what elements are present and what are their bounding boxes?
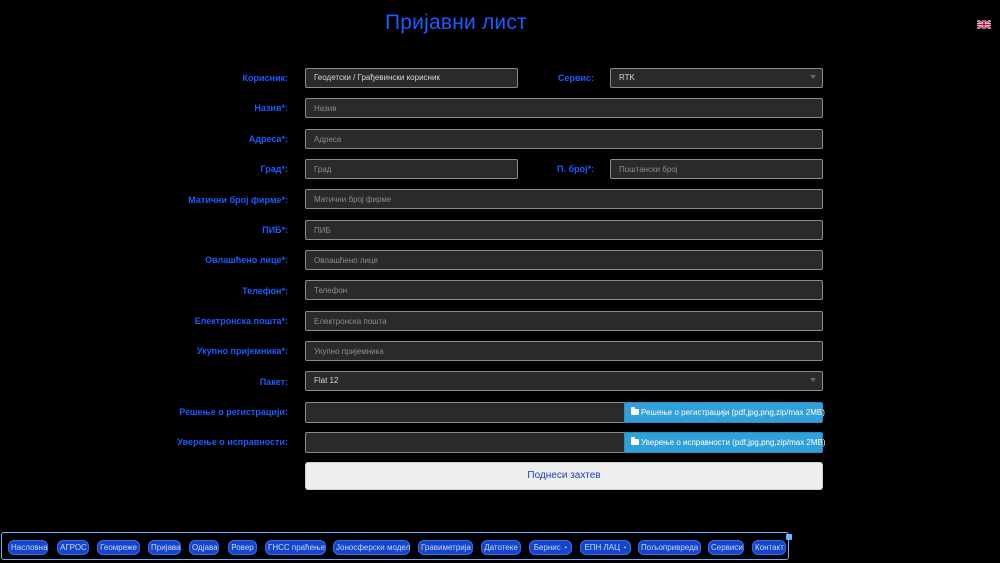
nav-item-epn-lac[interactable]: ЕПН ЛАЦ ◔ <box>580 540 631 555</box>
nav-item-kontakt[interactable]: Контакт <box>752 540 786 555</box>
prijemnici-label: Укупно пријемника*: <box>196 346 288 356</box>
adresa-input[interactable] <box>305 129 823 149</box>
servis-value: RTK <box>619 73 635 82</box>
nav-item-prijava[interactable]: Пријава <box>148 540 181 555</box>
uk-flag-icon[interactable] <box>977 20 991 29</box>
page-title: Пријавни лист <box>385 11 527 34</box>
servis-label: Сервис: <box>557 73 594 83</box>
nav-item-bernis[interactable]: Бернис ◔ <box>529 540 572 555</box>
nav-item-servisi[interactable]: Сервиси <box>708 540 744 555</box>
grad-label: Град*: <box>260 164 288 174</box>
naziv-label: Назив*: <box>254 103 288 113</box>
nav-item-rover[interactable]: Ровер <box>228 540 257 555</box>
resenje-label: Решење о регистрацији: <box>179 407 288 417</box>
uverenje-file-field[interactable] <box>305 432 625 453</box>
paket-label: Пакет: <box>259 377 288 387</box>
ovlasceno-lice-input[interactable] <box>305 250 823 270</box>
prijemnici-input[interactable] <box>305 341 823 361</box>
postanski-broj-label: П. број*: <box>556 164 594 174</box>
uverenje-upload-button[interactable]: Уверење о исправности (pdf,jpg,png,zip/m… <box>624 432 826 453</box>
nav-item-agros[interactable]: АГРОС <box>57 540 89 555</box>
ovlasceno-lice-label: Овлашћено лице*: <box>205 255 288 265</box>
folder-open-icon <box>631 407 639 415</box>
external-icon: ◔ <box>563 545 568 552</box>
maticni-broj-input[interactable] <box>305 189 823 209</box>
email-label: Електронска пошта*: <box>194 316 288 326</box>
nav-item-naslovna[interactable]: Насловна <box>8 540 48 555</box>
chevron-down-icon <box>810 75 816 79</box>
submit-button[interactable]: Поднеси захтев <box>305 462 823 490</box>
nav-item-jonosferski-model[interactable]: Јоносферски модел <box>333 540 410 555</box>
maticni-broj-label: Матични број фирме*: <box>188 195 288 205</box>
resenje-file-field[interactable] <box>305 402 625 423</box>
email-input[interactable] <box>305 311 823 331</box>
scroll-handle[interactable] <box>786 534 792 540</box>
telefon-input[interactable] <box>305 280 823 300</box>
pib-input[interactable] <box>305 220 823 240</box>
nav-item-geomreze[interactable]: Геомреже <box>97 540 140 555</box>
bottom-nav: Насловна АГРОС Геомреже Пријава Одјава Р… <box>1 532 789 560</box>
paket-value: Flat 12 <box>314 376 339 385</box>
telefon-label: Телефон*: <box>242 286 288 296</box>
nav-item-datoteke[interactable]: Датотеке <box>481 540 521 555</box>
nav-item-poljoprivreda[interactable]: Пољопривреда <box>638 540 701 555</box>
nav-item-gnss[interactable]: ГНСС праћење <box>265 540 326 555</box>
paket-select[interactable]: Flat 12 <box>305 371 823 391</box>
adresa-label: Адреса*: <box>248 134 288 144</box>
external-icon: ◔ <box>622 545 627 552</box>
resenje-upload-label: Решење о регистрацији (pdf,jpg,png,zip/m… <box>641 408 825 417</box>
pib-label: ПИБ*: <box>262 225 288 235</box>
naziv-input[interactable] <box>305 98 823 118</box>
resenje-upload-button[interactable]: Решење о регистрацији (pdf,jpg,png,zip/m… <box>624 402 825 423</box>
folder-open-icon <box>631 437 639 445</box>
korisnik-label: Корисник: <box>242 73 289 83</box>
postanski-broj-input[interactable] <box>610 159 823 179</box>
chevron-down-icon <box>810 378 816 382</box>
uverenje-upload-label: Уверење о исправности (pdf,jpg,png,zip/m… <box>641 438 826 447</box>
nav-item-odjava[interactable]: Одјава <box>189 540 219 555</box>
servis-select[interactable]: RTK <box>610 68 823 88</box>
nav-item-gravimetrija[interactable]: Гравиметрија <box>418 540 473 555</box>
uverenje-label: Уверење о исправности: <box>177 437 288 447</box>
